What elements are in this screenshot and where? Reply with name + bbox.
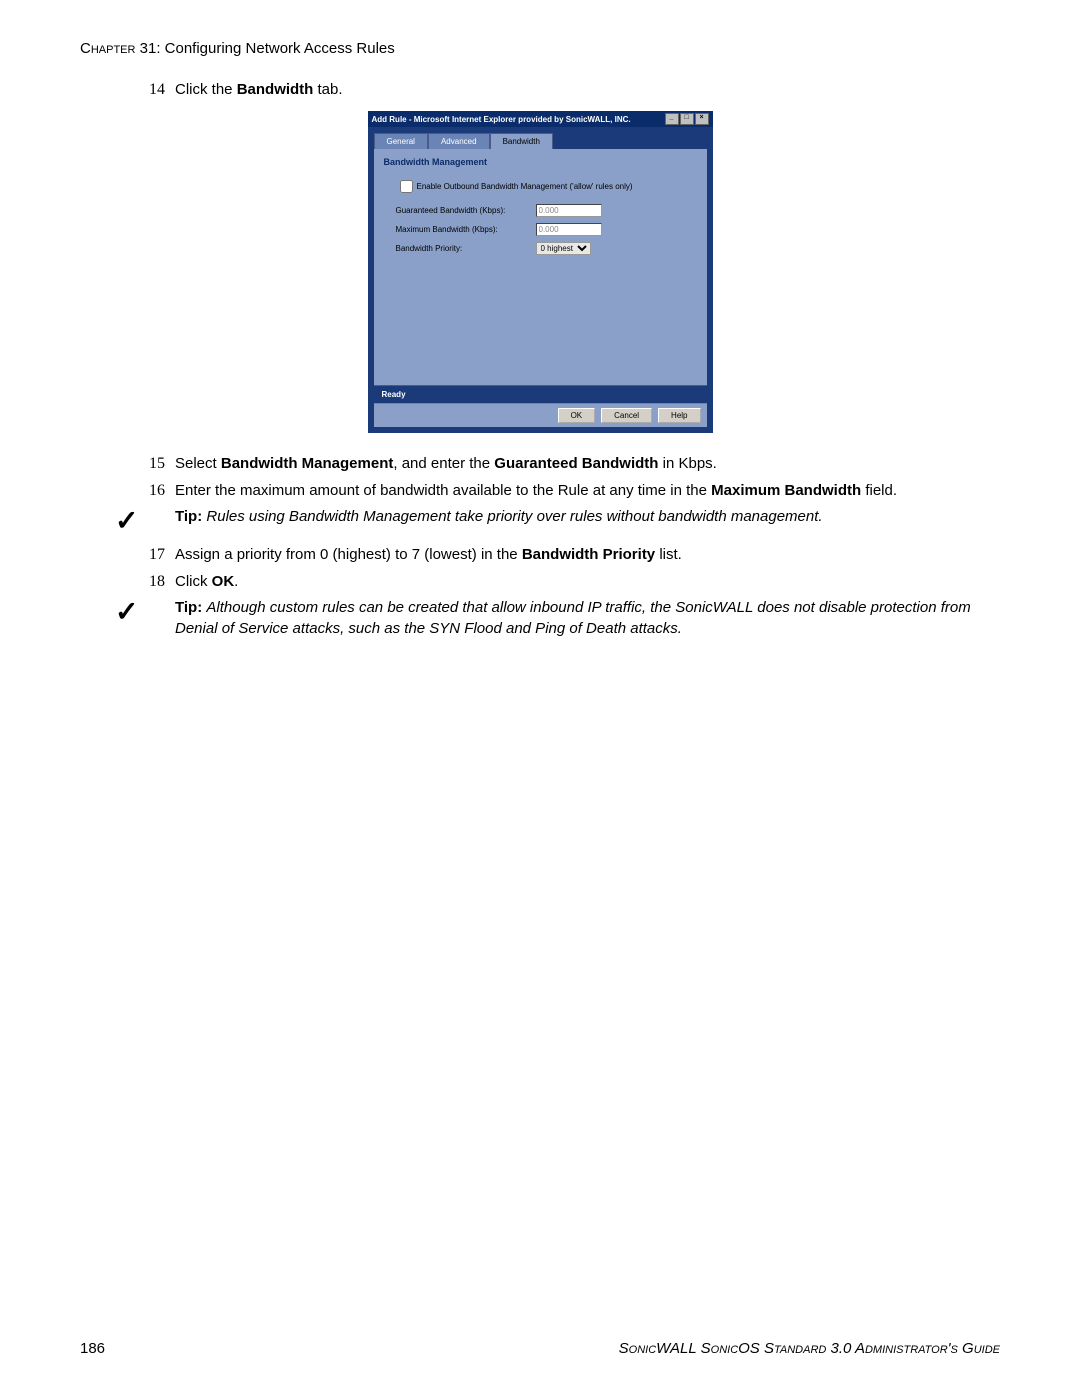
step-15: 15 Select Bandwidth Management, and ente… bbox=[140, 453, 1000, 475]
cancel-button[interactable]: Cancel bbox=[601, 408, 652, 423]
tip-label: Tip: bbox=[175, 599, 202, 616]
close-icon[interactable]: × bbox=[695, 113, 709, 125]
step-number: 18 bbox=[140, 571, 165, 593]
guaranteed-label: Guaranteed Bandwidth (Kbps): bbox=[396, 206, 536, 215]
maximize-icon[interactable]: □ bbox=[680, 113, 694, 125]
tip-body: Although custom rules can be created tha… bbox=[175, 599, 971, 637]
minimize-icon[interactable]: _ bbox=[665, 113, 679, 125]
maximum-row: Maximum Bandwidth (Kbps): bbox=[396, 223, 697, 236]
step-number: 17 bbox=[140, 544, 165, 566]
step-number: 15 bbox=[140, 453, 165, 475]
page-footer: 186 SonicWALL SonicOS Standard 3.0 Admin… bbox=[80, 1340, 1000, 1357]
tip-label: Tip: bbox=[175, 508, 202, 525]
enable-bandwidth-label: Enable Outbound Bandwidth Management ('a… bbox=[417, 182, 633, 191]
tab-general[interactable]: General bbox=[374, 133, 428, 149]
ok-button[interactable]: OK bbox=[558, 408, 596, 423]
priority-select[interactable]: 0 highest bbox=[536, 242, 591, 255]
footer-guide: SonicWALL SonicOS Standard 3.0 Administr… bbox=[619, 1340, 1000, 1357]
status-bar: Ready bbox=[374, 385, 707, 403]
step-14: 14 Click the Bandwidth tab. bbox=[140, 79, 1000, 101]
chapter-num: 31 bbox=[140, 40, 157, 57]
guaranteed-row: Guaranteed Bandwidth (Kbps): bbox=[396, 204, 697, 217]
maximum-input[interactable] bbox=[536, 223, 602, 236]
page-number: 186 bbox=[80, 1340, 105, 1357]
step-number: 16 bbox=[140, 480, 165, 502]
checkmark-icon: ✓ bbox=[115, 501, 155, 540]
chapter-header: Chapter 31: Configuring Network Access R… bbox=[80, 40, 1000, 57]
checkmark-icon: ✓ bbox=[115, 592, 155, 639]
step-number: 14 bbox=[140, 79, 165, 101]
enable-bandwidth-checkbox[interactable] bbox=[400, 180, 413, 193]
tip-2: ✓ Tip: Although custom rules can be crea… bbox=[120, 597, 1000, 639]
step-17: 17 Assign a priority from 0 (highest) to… bbox=[140, 544, 1000, 566]
titlebar-buttons: _ □ × bbox=[665, 113, 709, 125]
tab-row: General Advanced Bandwidth bbox=[374, 133, 707, 149]
dialog-titlebar: Add Rule - Microsoft Internet Explorer p… bbox=[368, 111, 713, 127]
step-18: 18 Click OK. bbox=[140, 571, 1000, 593]
enable-checkbox-row: Enable Outbound Bandwidth Management ('a… bbox=[396, 177, 697, 196]
step-16: 16 Enter the maximum amount of bandwidth… bbox=[140, 480, 1000, 502]
dialog-panel: Bandwidth Management Enable Outbound Ban… bbox=[374, 149, 707, 385]
dialog-window: Add Rule - Microsoft Internet Explorer p… bbox=[368, 111, 713, 433]
guaranteed-input[interactable] bbox=[536, 204, 602, 217]
priority-row: Bandwidth Priority: 0 highest bbox=[396, 242, 697, 255]
chapter-title: : Configuring Network Access Rules bbox=[156, 40, 394, 57]
tip-body: Rules using Bandwidth Management take pr… bbox=[206, 508, 822, 525]
chapter-label: Chapter bbox=[80, 40, 135, 57]
maximum-label: Maximum Bandwidth (Kbps): bbox=[396, 225, 536, 234]
help-button[interactable]: Help bbox=[658, 408, 700, 423]
dialog-button-row: OK Cancel Help bbox=[374, 403, 707, 427]
tip-1: ✓ Tip: Rules using Bandwidth Management … bbox=[120, 506, 1000, 540]
panel-title: Bandwidth Management bbox=[384, 157, 697, 167]
tab-bandwidth[interactable]: Bandwidth bbox=[490, 133, 553, 149]
priority-label: Bandwidth Priority: bbox=[396, 244, 536, 253]
dialog-title: Add Rule - Microsoft Internet Explorer p… bbox=[372, 115, 631, 124]
tab-advanced[interactable]: Advanced bbox=[428, 133, 490, 149]
